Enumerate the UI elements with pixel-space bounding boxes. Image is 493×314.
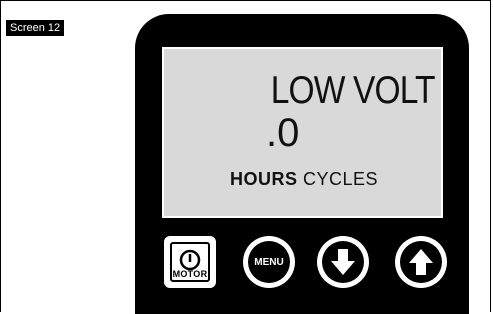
up-arrow-icon — [400, 241, 442, 283]
menu-label: MENU — [248, 241, 290, 283]
up-button[interactable] — [395, 236, 447, 288]
menu-button[interactable]: MENU — [243, 236, 295, 288]
down-button[interactable] — [317, 236, 369, 288]
down-arrow-icon — [322, 241, 364, 283]
lcd-display: LOW VOLT .0 HOURS CYCLES — [162, 47, 443, 218]
display-line2: .0 — [266, 111, 300, 155]
motor-button-face: MOTOR — [170, 242, 210, 282]
motor-label: MOTOR — [172, 269, 208, 279]
display-line3: HOURS CYCLES — [230, 169, 378, 189]
hours-label: HOURS — [230, 169, 298, 189]
cycles-label: CYCLES — [303, 169, 379, 189]
motor-button[interactable]: MOTOR — [164, 236, 216, 288]
power-icon — [179, 249, 201, 271]
display-line1: LOW VOLT — [271, 69, 436, 112]
screen-label: Screen 12 — [6, 20, 65, 36]
